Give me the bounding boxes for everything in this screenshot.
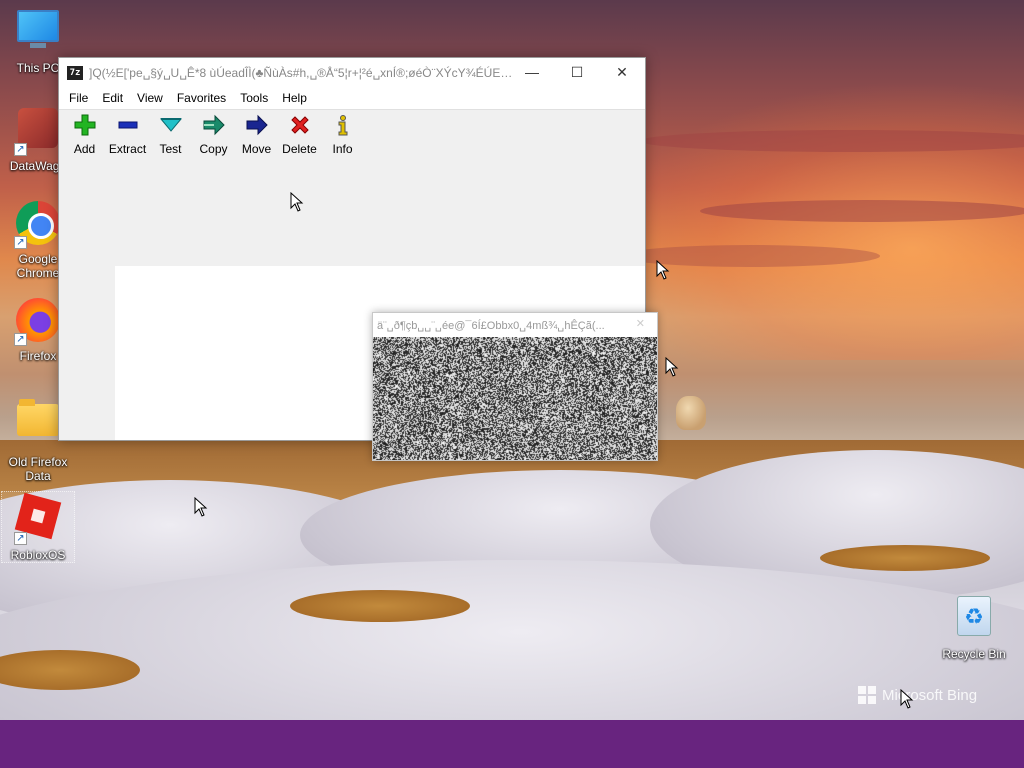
info-button-label: Info — [321, 142, 364, 156]
menu-edit[interactable]: Edit — [95, 87, 130, 109]
chrome-icon: ↗ — [14, 201, 62, 249]
static-noise-canvas — [373, 337, 657, 460]
mouse-cursor-icon — [656, 260, 670, 280]
garbled-window[interactable]: ä¨␣ð¶çb␣␣¨␣ée@¯6Í£Obbx0␣4mß¾␣hÊÇã(... ✕ — [372, 312, 658, 461]
test-button[interactable]: Test — [149, 110, 192, 156]
recycle-bin-icon: ♻ — [950, 596, 998, 644]
wallpaper-rock — [676, 396, 706, 430]
roblox-icon: ↗ — [14, 497, 62, 545]
bing-watermark: Microsoft Bing — [858, 686, 977, 704]
menu-view[interactable]: View — [130, 87, 170, 109]
window-title: ]Q(½E['pe␣§ý␣U␣Ê*8 ùÚeadÎÌ(♣ÑùÀs#h,␣®Å“5… — [89, 66, 514, 80]
move-button[interactable]: Move — [235, 110, 278, 156]
copy-button-label: Copy — [192, 142, 235, 156]
bing-watermark-text: Microsoft Bing — [882, 687, 977, 704]
minimize-button[interactable]: — — [509, 58, 555, 87]
copy-button[interactable]: Copy — [192, 110, 235, 156]
wallpaper-sand-patch — [290, 590, 470, 622]
desktop-icon-label: RobloxOS — [2, 548, 74, 562]
test-button-label: Test — [149, 142, 192, 156]
taskbar[interactable] — [0, 720, 1024, 768]
mouse-cursor-icon — [194, 497, 208, 517]
move-button-label: Move — [235, 142, 278, 156]
desktop-icon-label: Old Firefox Data — [1, 455, 75, 483]
garbled-window-title: ä¨␣ð¶çb␣␣¨␣ée@¯6Í£Obbx0␣4mß¾␣hÊÇã(... — [377, 319, 617, 332]
x-icon — [278, 114, 321, 136]
toolbar: Add Extract Test Copy Move Delete Info — [59, 109, 645, 161]
garbled-window-close-button[interactable]: ✕ — [636, 317, 645, 330]
wallpaper-cloud — [700, 200, 1024, 222]
datawago-app-icon: ↗ — [14, 108, 62, 156]
window-titlebar[interactable]: 7z ]Q(½E['pe␣§ý␣U␣Ê*8 ùÚeadÎÌ(♣ÑùÀs#h,␣®… — [59, 58, 645, 87]
menu-file[interactable]: File — [62, 87, 95, 109]
menu-favorites[interactable]: Favorites — [170, 87, 233, 109]
extract-button-label: Extract — [106, 142, 149, 156]
mouse-cursor-icon — [665, 357, 679, 377]
maximize-button[interactable]: ☐ — [554, 58, 600, 87]
mouse-cursor-icon — [290, 192, 304, 212]
mouse-cursor-icon — [900, 689, 914, 709]
menu-tools[interactable]: Tools — [233, 87, 275, 109]
bing-logo-icon — [858, 686, 876, 704]
computer-icon — [14, 10, 62, 58]
arrow-right-icon — [235, 114, 278, 136]
check-down-icon — [149, 114, 192, 136]
firefox-icon: ↗ — [14, 298, 62, 346]
desktop-icon-recycle-bin[interactable]: ♻ Recycle Bin — [937, 592, 1011, 661]
minus-icon — [106, 114, 149, 136]
shortcut-arrow-icon: ↗ — [14, 532, 27, 545]
add-button[interactable]: Add — [63, 110, 106, 156]
garbled-window-titlebar[interactable]: ä¨␣ð¶çb␣␣¨␣ée@¯6Í£Obbx0␣4mß¾␣hÊÇã(... — [373, 313, 657, 337]
shortcut-arrow-icon: ↗ — [14, 333, 27, 346]
desktop-icon-label: Recycle Bin — [937, 647, 1011, 661]
add-button-label: Add — [63, 142, 106, 156]
extract-button[interactable]: Extract — [106, 110, 149, 156]
shortcut-arrow-icon: ↗ — [14, 236, 27, 249]
folder-icon — [14, 404, 62, 452]
delete-button[interactable]: Delete — [278, 110, 321, 156]
info-button[interactable]: Info — [321, 110, 364, 156]
menu-bar: File Edit View Favorites Tools Help — [59, 87, 645, 109]
7zip-app-icon[interactable]: 7z — [67, 66, 83, 80]
desktop-icon-robloxos[interactable]: ↗ RobloxOS — [1, 491, 75, 563]
menu-help[interactable]: Help — [275, 87, 314, 109]
info-icon — [321, 114, 364, 136]
double-arrow-icon — [192, 114, 235, 136]
wallpaper-sand-patch — [820, 545, 990, 571]
plus-icon — [63, 114, 106, 136]
shortcut-arrow-icon: ↗ — [14, 143, 27, 156]
close-button[interactable]: ✕ — [599, 58, 645, 87]
delete-button-label: Delete — [278, 142, 321, 156]
